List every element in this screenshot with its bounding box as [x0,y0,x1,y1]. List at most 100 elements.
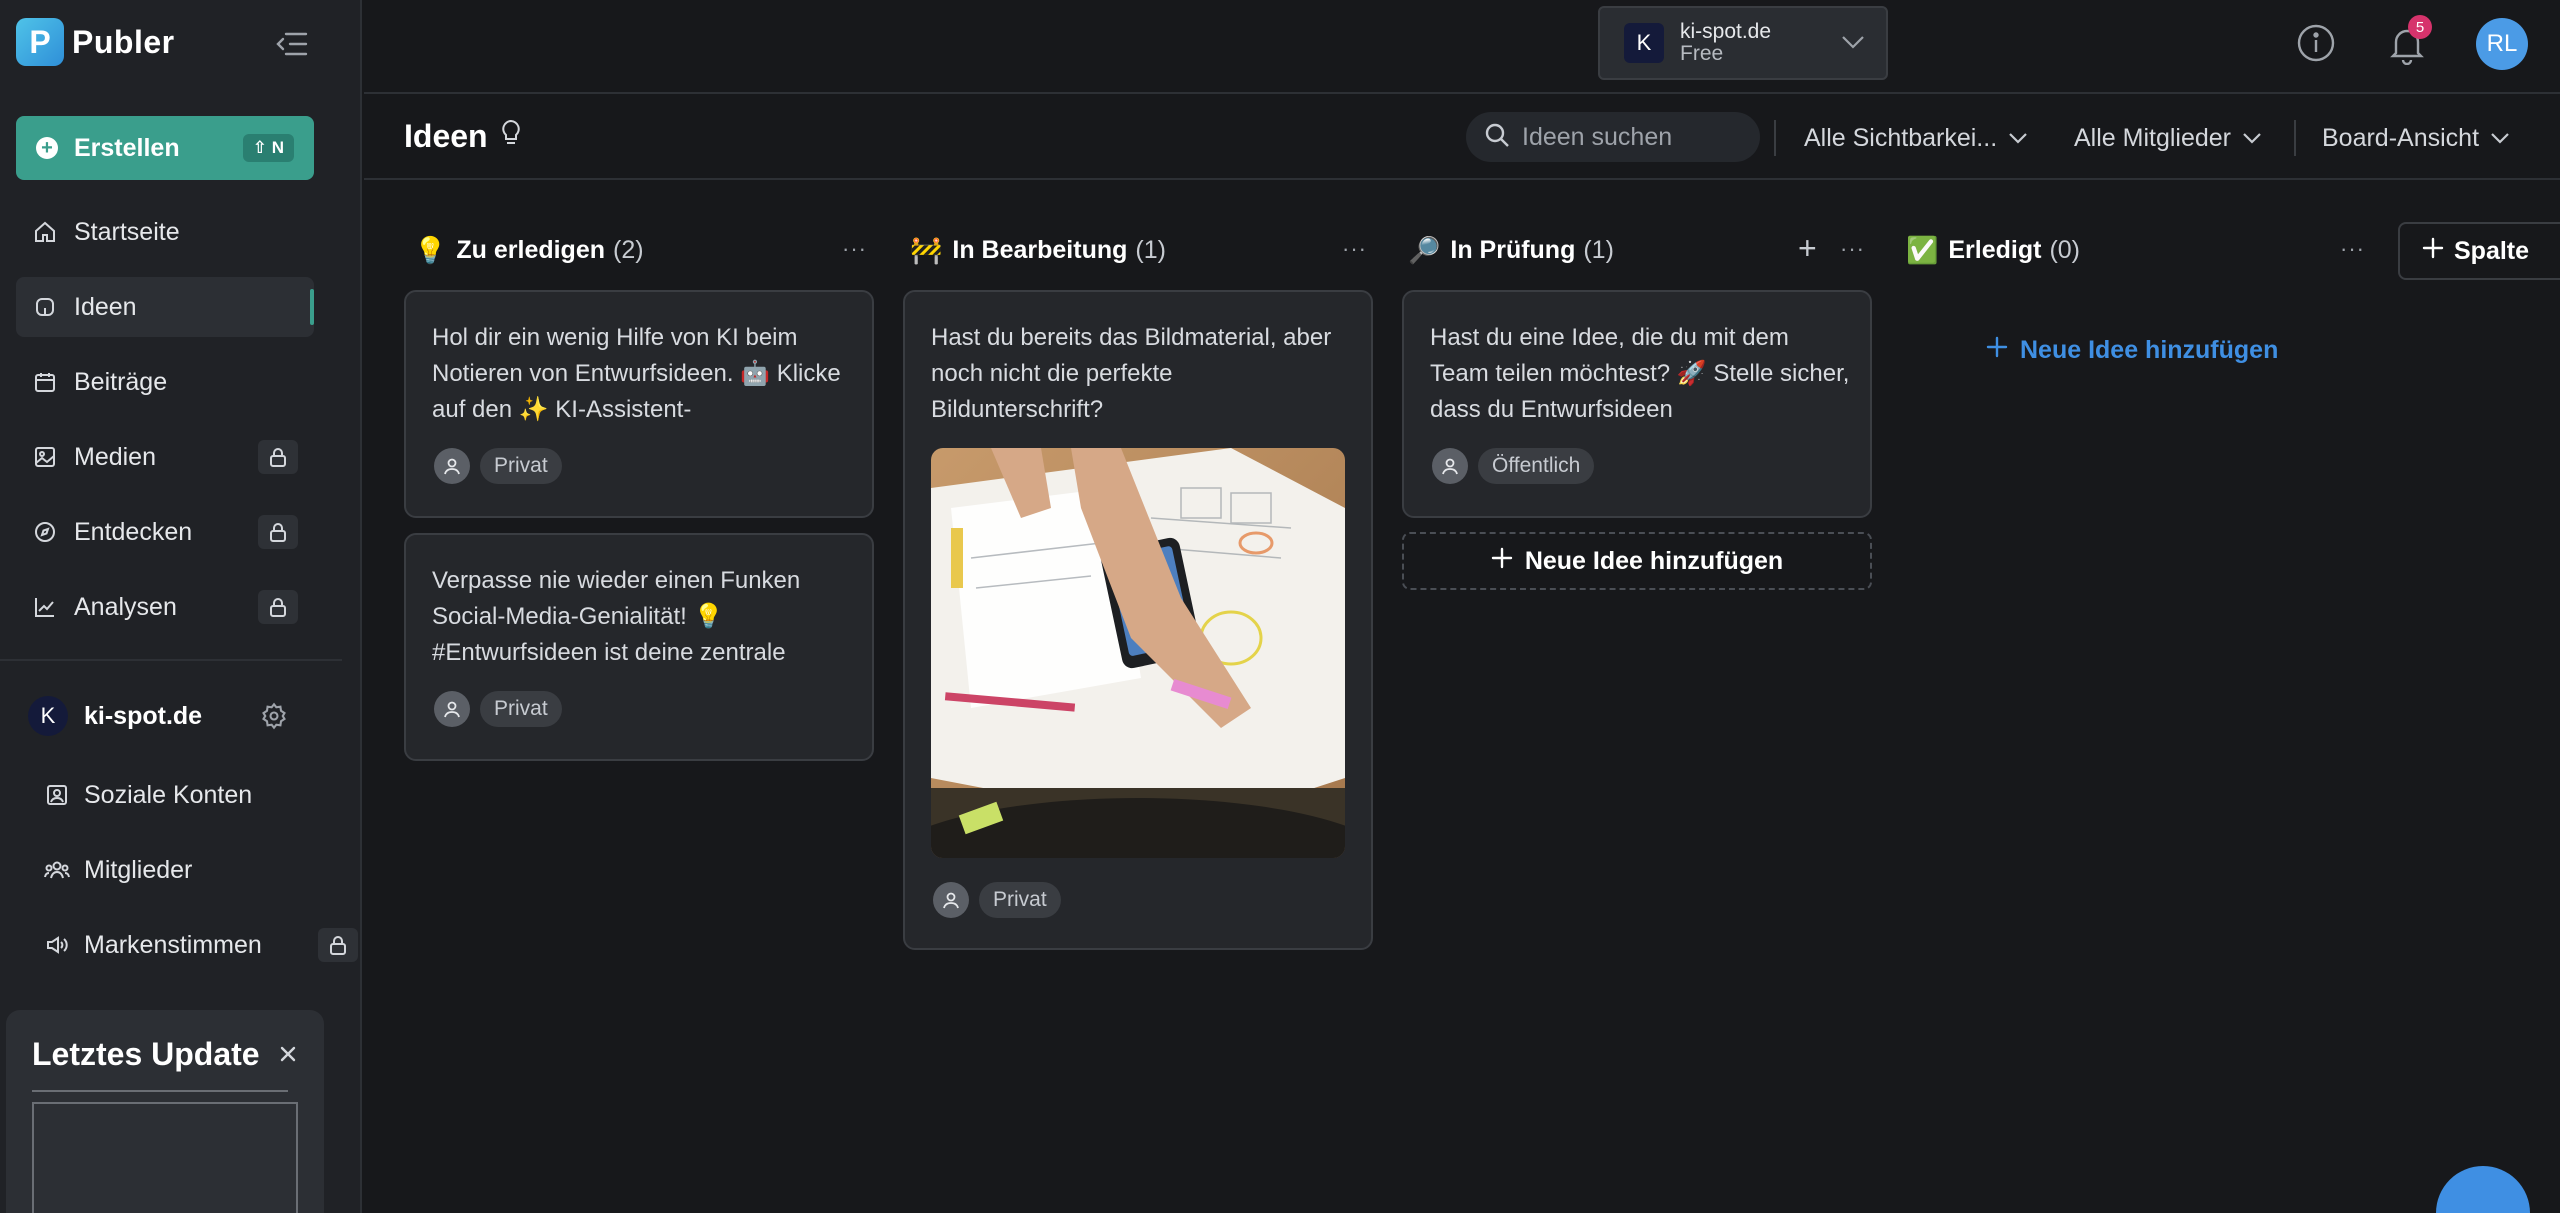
sidebar-item-startseite[interactable]: Startseite [16,202,314,262]
visibility-badge: Privat [480,691,562,727]
view-switcher[interactable]: Board-Ansicht [2322,118,2511,158]
plus-icon [1986,336,2008,365]
column-title: Erledigt [1948,235,2042,264]
sidebar-item-label: Soziale Konten [84,780,253,809]
sidebar-item-markenstimmen[interactable]: Markenstimmen [44,920,358,970]
chevron-down-icon [2007,124,2029,153]
gear-icon[interactable] [260,702,288,735]
add-column-button[interactable]: Spalte [2398,222,2560,280]
visibility-filter[interactable]: Alle Sichtbarkei... [1804,118,2029,158]
publer-logo[interactable]: P Publer [16,18,175,66]
add-idea-label: Neue Idee hinzufügen [1524,546,1784,575]
sidebar-item-label: Startseite [74,217,180,246]
lock-icon [258,515,298,549]
workspace-row[interactable]: K ki-spot.de [28,696,298,736]
add-idea-icon[interactable]: + [1798,232,1817,264]
calendar-icon [32,369,58,395]
lock-icon [258,440,298,474]
visibility-filter-label: Alle Sichtbarkei... [1804,123,1998,152]
column-title: In Prüfung [1450,235,1576,264]
shortcut-badge: ⇧ N [242,134,294,162]
header-divider [1774,120,1776,156]
idea-card[interactable]: Hast du eine Idee, die du mit dem Team t… [1402,290,1872,518]
members-filter-label: Alle Mitglieder [2074,123,2232,152]
sidebar-item-label: Medien [74,442,156,471]
sidebar-item-ideen[interactable]: Ideen [16,277,314,337]
column-count: (0) [2049,235,2081,264]
column-emoji: 🔎 [1408,234,1441,265]
notification-badge: 5 [2408,15,2432,39]
chat-icon[interactable] [2436,1166,2530,1213]
add-idea-link[interactable]: Neue Idee hinzufügen [1986,336,2278,365]
idea-card-text: Verpasse nie wieder einen Funken Social-… [432,567,801,666]
column-emoji: ✅ [1906,234,1939,265]
column-emoji: 🚧 [910,234,943,265]
collapse-sidebar-icon[interactable] [274,26,310,62]
visibility-badge: Öffentlich [1478,448,1595,484]
user-avatar[interactable]: RL [2476,18,2528,70]
header-divider [2294,120,2296,156]
view-switcher-label: Board-Ansicht [2322,123,2480,152]
sidebar-item-entdecken[interactable]: Entdecken [16,502,314,562]
lock-icon [318,928,358,962]
account-plan: Free [1680,42,1724,65]
avatar [933,882,969,918]
update-content-frame [32,1102,298,1213]
avatar [1432,448,1468,484]
lightbulb-icon [32,294,58,320]
add-idea-button[interactable]: Neue Idee hinzufügen [1402,532,1872,590]
more-options-icon[interactable]: ··· [1840,236,1865,262]
more-options-icon[interactable]: ··· [842,236,867,262]
more-options-icon[interactable]: ··· [1342,236,1367,262]
update-title: Letztes Update [32,1036,260,1072]
account-switcher[interactable]: K ki-spot.de Free [1598,6,1888,80]
accounts-icon [44,782,70,808]
chevron-down-icon [2489,124,2511,153]
sidebar-divider [0,659,342,661]
column-header-review: 🔎 In Prüfung (1) [1408,230,1614,270]
account-name: ki-spot.de [1680,19,1772,43]
idea-card[interactable]: Hol dir ein wenig Hilfe von KI beim Noti… [404,290,874,518]
image-icon [32,444,58,470]
page-header: Ideen Alle Sichtbarkei... Alle Mitgliede… [364,96,2560,180]
idea-card-image [931,448,1345,858]
plus-icon [2422,237,2444,266]
sidebar-item-analysen[interactable]: Analysen [16,577,314,637]
search-input-wrapper[interactable] [1466,112,1760,162]
create-button[interactable]: + Erstellen ⇧ N [16,116,314,180]
sidebar-item-mitglieder[interactable]: Mitglieder [44,845,192,895]
chevron-down-icon [2241,124,2263,153]
visibility-badge: Privat [979,882,1061,918]
close-icon[interactable] [274,1040,302,1068]
top-bar [364,0,2560,94]
sidebar-item-label: Beiträge [74,367,168,396]
home-icon [32,219,58,245]
add-column-label: Spalte [2454,236,2530,265]
sidebar-item-label: Analysen [74,592,177,621]
column-header-in-progress: 🚧 In Bearbeitung (1) [910,230,1166,270]
sidebar-item-label: Markenstimmen [84,930,262,959]
idea-card[interactable]: Hast du bereits das Bildmaterial, aber n… [903,290,1373,950]
workspace-name: ki-spot.de [84,701,203,730]
compass-icon [32,519,58,545]
sidebar-item-medien[interactable]: Medien [16,427,314,487]
idea-card-text: Hol dir ein wenig Hilfe von KI beim Noti… [432,324,841,423]
sidebar: P Publer + Erstellen ⇧ N Startseite Idee… [0,0,362,1213]
visibility-badge: Privat [480,448,562,484]
members-filter[interactable]: Alle Mitglieder [2074,118,2263,158]
update-panel: Letztes Update [6,1010,324,1213]
idea-card-text: Hast du eine Idee, die du mit dem Team t… [1430,324,1850,423]
idea-card[interactable]: Verpasse nie wieder einen Funken Social-… [404,533,874,761]
sidebar-item-soziale-konten[interactable]: Soziale Konten [44,770,252,820]
search-input[interactable] [1522,122,1742,152]
logo-text: Publer [72,23,175,60]
column-count: (2) [613,235,644,264]
avatar [434,448,470,484]
sidebar-item-label: Entdecken [74,517,193,546]
plus-circle-icon: + [36,137,58,159]
info-icon[interactable] [2296,23,2336,63]
column-count: (1) [1135,235,1166,264]
sidebar-item-beitraege[interactable]: Beiträge [16,352,314,412]
more-options-icon[interactable]: ··· [2340,236,2365,262]
plus-icon [1491,547,1513,576]
